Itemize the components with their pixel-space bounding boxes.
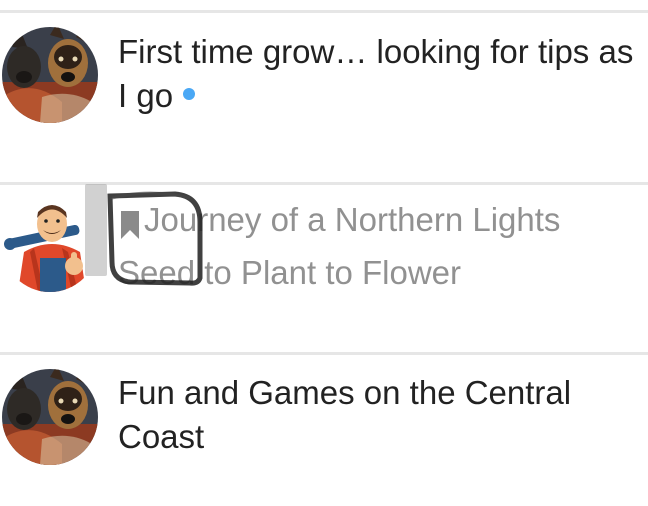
topic-title-text[interactable]: First time grow… looking for tips as I g…	[118, 33, 633, 114]
topic-row[interactable]: Fun and Games on the Central Coast	[0, 356, 648, 506]
topic-title[interactable]: Journey of a Northern Lights Seed to Pla…	[118, 198, 638, 295]
divider	[0, 10, 648, 13]
unread-dot-icon	[183, 88, 196, 101]
topic-title[interactable]: First time grow… looking for tips as I g…	[118, 30, 638, 118]
bookmark-icon	[118, 207, 142, 251]
topic-title-text[interactable]: Journey of a Northern Lights Seed to Pla…	[118, 201, 560, 291]
dog-avatar-icon[interactable]	[2, 369, 98, 465]
topic-title[interactable]: Fun and Games on the Central Coast	[118, 371, 638, 459]
topic-row[interactable]: Journey of a Northern Lights Seed to Pla…	[0, 186, 648, 336]
dog-avatar-icon[interactable]	[2, 27, 98, 123]
divider	[0, 182, 648, 185]
topic-title-text[interactable]: Fun and Games on the Central Coast	[118, 374, 571, 455]
divider	[0, 352, 648, 355]
topic-row[interactable]: First time grow… looking for tips as I g…	[0, 14, 648, 164]
plumber-avatar-icon[interactable]	[2, 196, 98, 292]
